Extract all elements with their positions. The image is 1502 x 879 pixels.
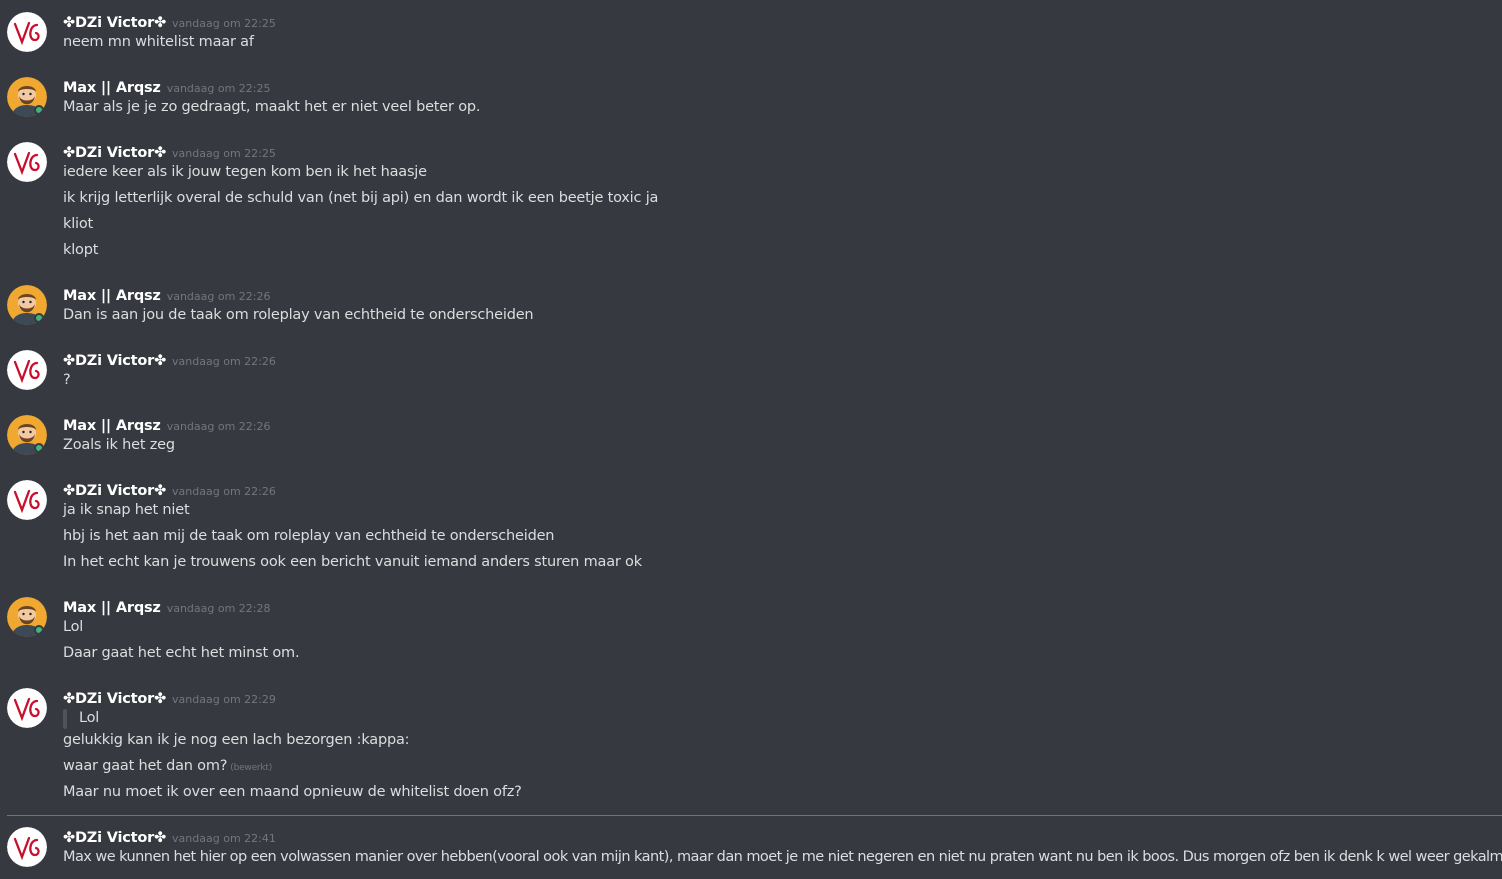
author-name[interactable]: Max || Arqsz — [63, 288, 161, 304]
author-name[interactable]: ✤DZi Victor✤ — [63, 15, 166, 31]
quote-bar — [63, 709, 67, 729]
new-messages-divider — [7, 815, 1502, 816]
avatar[interactable] — [7, 827, 47, 867]
avatar[interactable] — [7, 350, 47, 390]
timestamp: vandaag om 22:41 — [172, 832, 276, 845]
vg-logo-icon — [7, 350, 47, 390]
message-text: hbj is het aan mij de taak om roleplay v… — [63, 528, 555, 544]
timestamp: vandaag om 22:26 — [172, 485, 276, 498]
message-text: ik krijg letterlijk overal de schuld van… — [63, 190, 659, 206]
timestamp: vandaag om 22:26 — [172, 355, 276, 368]
message-text: ja ik snap het niet — [63, 502, 190, 518]
timestamp: vandaag om 22:28 — [166, 602, 271, 615]
bearded-man-icon — [7, 597, 47, 637]
timestamp: vandaag om 22:26 — [166, 420, 271, 433]
message-text: Dan is aan jou de taak om roleplay van e… — [63, 307, 534, 323]
message-text: gelukkig kan ik je nog een lach bezorgen… — [63, 732, 410, 748]
author-name[interactable]: Max || Arqsz — [63, 418, 161, 434]
timestamp: vandaag om 22:26 — [166, 290, 271, 303]
timestamp: vandaag om 22:25 — [172, 17, 276, 30]
vg-logo-icon — [7, 142, 47, 182]
message-text: Daar gaat het echt het minst om. — [63, 645, 300, 661]
timestamp: vandaag om 22:25 — [172, 147, 276, 160]
message-text: Maar als je je zo gedraagt, maakt het er… — [63, 99, 481, 115]
message-text: kliot — [63, 216, 94, 232]
avatar[interactable] — [7, 480, 47, 520]
author-name[interactable]: ✤DZi Victor✤ — [63, 353, 166, 369]
avatar[interactable] — [7, 597, 47, 637]
message-text: waar gaat het dan om? (bewerkt) — [63, 758, 272, 774]
bearded-man-icon — [7, 415, 47, 455]
message-text: iedere keer als ik jouw tegen kom ben ik… — [63, 164, 427, 180]
timestamp: vandaag om 22:29 — [172, 693, 276, 706]
quote-text: Lol — [79, 710, 100, 726]
message-text: neem mn whitelist maar af — [63, 34, 254, 50]
bearded-man-icon — [7, 285, 47, 325]
chat-messages: ✤DZi Victor✤ vandaag om 22:25 neem mn whi… — [0, 0, 1502, 879]
message-text: Lol — [63, 619, 84, 635]
avatar[interactable] — [7, 688, 47, 728]
author-name[interactable]: Max || Arqsz — [63, 80, 161, 96]
author-name[interactable]: ✤DZi Victor✤ — [63, 830, 166, 846]
avatar[interactable] — [7, 142, 47, 182]
message-text: Zoals ik het zeg — [63, 437, 175, 453]
timestamp: vandaag om 22:25 — [166, 82, 271, 95]
edited-label: (bewerkt) — [230, 763, 273, 773]
message-text: ? — [63, 372, 71, 388]
author-name[interactable]: Max || Arqsz — [63, 600, 161, 616]
vg-logo-icon — [7, 12, 47, 52]
avatar[interactable] — [7, 415, 47, 455]
vg-logo-icon — [7, 688, 47, 728]
vg-logo-icon — [7, 480, 47, 520]
message-text: Max we kunnen het hier op een volwassen … — [63, 849, 1502, 865]
author-name[interactable]: ✤DZi Victor✤ — [63, 145, 166, 161]
avatar[interactable] — [7, 285, 47, 325]
message-text: klopt — [63, 242, 99, 258]
message-text-content: waar gaat het dan om? — [63, 758, 228, 774]
author-name[interactable]: ✤DZi Victor✤ — [63, 691, 166, 707]
author-name[interactable]: ✤DZi Victor✤ — [63, 483, 166, 499]
vg-logo-icon — [7, 827, 47, 867]
bearded-man-icon — [7, 77, 47, 117]
avatar[interactable] — [7, 77, 47, 117]
avatar[interactable] — [7, 12, 47, 52]
message-text: In het echt kan je trouwens ook een beri… — [63, 554, 642, 570]
message-text: Maar nu moet ik over een maand opnieuw d… — [63, 784, 522, 800]
